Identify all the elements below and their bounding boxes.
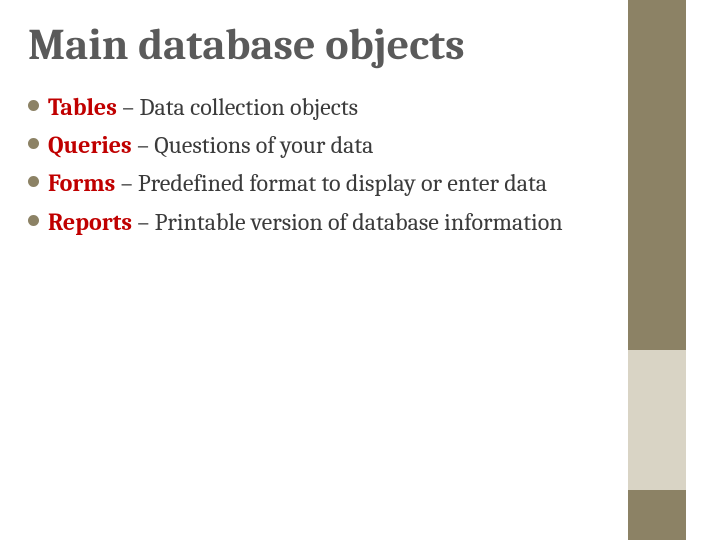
list-item: Forms – Predefined format to display or … <box>28 167 603 199</box>
bullet-icon <box>28 215 39 226</box>
list-item: Queries – Questions of your data <box>28 129 603 161</box>
description: – Data collection objects <box>117 93 358 121</box>
term: Forms <box>48 169 115 197</box>
bullet-icon <box>28 138 39 149</box>
list-item: Reports – Printable version of database … <box>28 206 603 238</box>
slide-title: Main database objects <box>28 20 603 71</box>
side-accent-inset <box>628 350 686 490</box>
term: Tables <box>48 93 117 121</box>
term: Reports <box>48 208 132 236</box>
bullet-icon <box>28 176 39 187</box>
list-item: Tables – Data collection objects <box>28 91 603 123</box>
description: – Printable version of database informat… <box>132 208 563 236</box>
description: – Questions of your data <box>132 131 374 159</box>
side-accent-bar <box>628 0 686 540</box>
bullet-list: Tables – Data collection objects Queries… <box>28 91 603 239</box>
slide-content: Main database objects Tables – Data coll… <box>28 20 603 244</box>
description: – Predefined format to display or enter … <box>115 169 547 197</box>
bullet-icon <box>28 100 39 111</box>
term: Queries <box>48 131 132 159</box>
